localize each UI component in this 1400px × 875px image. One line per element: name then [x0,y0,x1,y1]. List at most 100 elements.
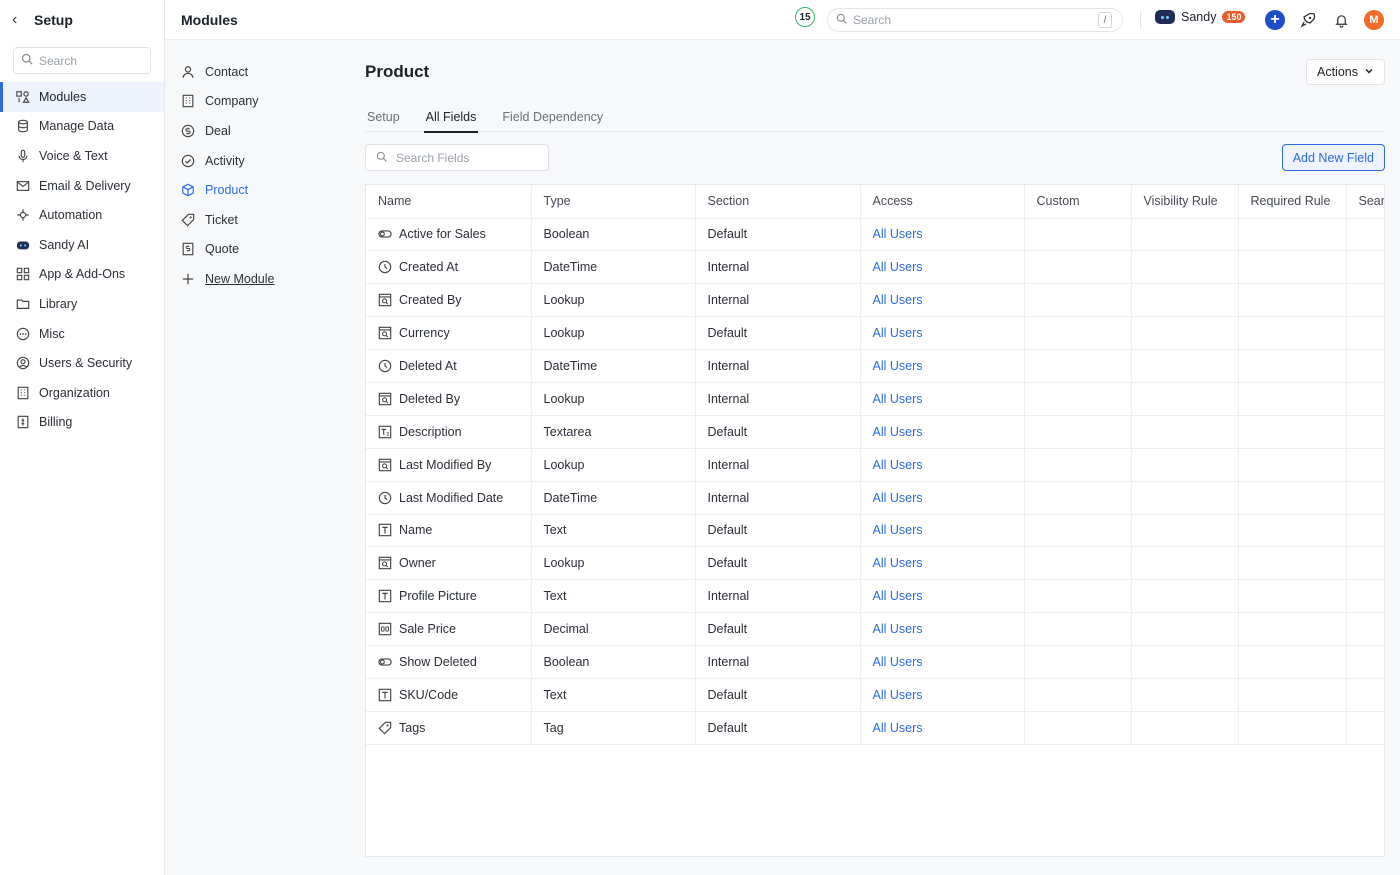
field-name-cell[interactable]: Created At [366,250,532,285]
field-name-cell[interactable]: Sale Price [366,612,532,647]
module-item-label: Ticket [205,212,238,227]
module-item-label: New Module [205,271,275,286]
notification-count-badge[interactable]: 15 [795,7,815,27]
tab-field-dependency[interactable]: Field Dependency [500,102,605,132]
table-row[interactable]: Last Modified Date DateTime Internal All Us… [366,481,1384,515]
sidebar-item-users-security[interactable]: Users & Security [0,348,164,378]
module-item-quote[interactable]: Quote [165,235,345,265]
sidebar-item-automation[interactable]: Automation [0,200,164,230]
bell-icon[interactable] [1331,10,1351,30]
column-header-visibility-rule[interactable]: Visibility Rule [1131,185,1239,219]
table-row[interactable]: Deleted At DateTime Internal All Users [366,349,1384,383]
field-access[interactable]: All Users [860,250,1025,285]
sidebar-item-manage-data[interactable]: Manage Data [0,112,164,142]
field-access[interactable]: All Users [860,678,1025,712]
table-row[interactable]: Name Text Default All Users [366,514,1384,548]
tab-setup[interactable]: Setup [365,102,402,132]
table-row[interactable]: Created At DateTime Internal All Users [366,250,1384,285]
field-name-cell[interactable]: Owner [366,546,532,581]
column-header-custom[interactable]: Custom [1024,185,1132,219]
field-name-cell[interactable]: Last Modified Date [366,481,532,515]
add-new-field-button[interactable]: Add New Field [1281,144,1385,171]
field-name-cell[interactable]: Last Modified By [366,448,532,482]
column-header-section[interactable]: Section [695,185,861,219]
field-access[interactable]: All Users [860,448,1025,482]
field-type: Lookup [531,546,696,581]
lookup-icon [378,326,392,340]
field-access[interactable]: All Users [860,218,1025,252]
field-name-cell[interactable]: Profile Picture [366,579,532,614]
module-item-company[interactable]: Company [165,87,345,117]
field-access[interactable]: All Users [860,481,1025,515]
table-row[interactable]: Show Deleted Boolean Internal All Users [366,645,1384,679]
field-name-cell[interactable]: Deleted At [366,349,532,383]
sidebar-item-library[interactable]: Library [0,289,164,319]
tab-all-fields[interactable]: All Fields [423,102,479,133]
sidebar-item-sandy-ai[interactable]: Sandy AI [0,230,164,260]
create-plus-button[interactable]: + [1265,10,1285,30]
column-header-access[interactable]: Access [860,185,1025,219]
column-header-name[interactable]: Name [366,185,532,219]
field-access[interactable]: All Users [860,711,1025,745]
field-access[interactable]: All Users [860,316,1025,351]
global-search-input[interactable]: Search / [827,8,1123,32]
sidebar-item-app-add-ons[interactable]: App & Add-Ons [0,260,164,290]
field-access[interactable]: All Users [860,349,1025,383]
field-access[interactable]: All Users [860,546,1025,581]
table-row[interactable]: Description Textarea Default All Users [366,415,1384,449]
table-row[interactable]: Created By Lookup Internal All Users [366,283,1384,318]
field-name-cell[interactable]: Created By [366,283,532,318]
field-access[interactable]: All Users [860,579,1025,614]
search-fields-input[interactable]: Search Fields [365,144,549,171]
sidebar-item-modules[interactable]: Modules [0,82,164,112]
field-access[interactable]: All Users [860,382,1025,416]
field-visibility-rule [1131,382,1239,416]
dollar-icon [181,124,195,138]
table-row[interactable]: Active for Sales Boolean Default All Users [366,218,1384,252]
table-row[interactable]: Profile Picture Text Internal All Users [366,579,1384,614]
field-access[interactable]: All Users [860,612,1025,647]
sidebar-item-misc[interactable]: Misc [0,319,164,349]
column-header-required-rule[interactable]: Required Rule [1238,185,1347,219]
field-name-cell[interactable]: Active for Sales [366,218,532,252]
module-item-activity[interactable]: Activity [165,146,345,176]
table-row[interactable]: Currency Lookup Default All Users [366,316,1384,351]
sidebar-item-label: Voice & Text [39,148,108,163]
module-item-new-module[interactable]: New Module [165,264,345,294]
sidebar-item-billing[interactable]: Billing [0,408,164,438]
table-row[interactable]: Tags Tag Default All Users [366,711,1384,745]
actions-dropdown-button[interactable]: Actions [1306,59,1385,85]
field-name-cell[interactable]: Description [366,415,532,449]
field-name-cell[interactable]: Deleted By [366,382,532,416]
sidebar-item-voice-text[interactable]: Voice & Text [0,141,164,171]
field-name-cell[interactable]: Show Deleted [366,645,532,679]
sidebar-item-organization[interactable]: Organization [0,378,164,408]
sidebar-item-email-delivery[interactable]: Email & Delivery [0,171,164,201]
module-item-product[interactable]: Product [165,175,345,205]
field-access[interactable]: All Users [860,645,1025,679]
field-name-cell[interactable]: Name [366,514,532,548]
module-item-deal[interactable]: Deal [165,116,345,146]
sandy-ai-chip[interactable]: Sandy 150 [1155,10,1246,24]
field-name-cell[interactable]: Tags [366,711,532,745]
sidebar-item-label: Billing [39,415,73,430]
sidebar-header: ‹ Setup [0,0,164,40]
user-avatar[interactable]: M [1364,10,1384,30]
table-row[interactable]: SKU/Code Text Default All Users [366,678,1384,712]
field-access[interactable]: All Users [860,415,1025,449]
table-row[interactable]: Owner Lookup Default All Users [366,546,1384,581]
field-access[interactable]: All Users [860,283,1025,318]
module-item-contact[interactable]: Contact [165,57,345,87]
table-row[interactable]: Sale Price Decimal Default All Users [366,612,1384,647]
column-header-searc[interactable]: Searc [1346,185,1384,219]
field-name-cell[interactable]: SKU/Code [366,678,532,712]
field-access[interactable]: All Users [860,514,1025,548]
rocket-icon[interactable] [1298,10,1318,30]
back-arrow-icon[interactable]: ‹ [12,11,24,29]
column-header-type[interactable]: Type [531,185,696,219]
field-name-cell[interactable]: Currency [366,316,532,351]
table-row[interactable]: Last Modified By Lookup Internal All Users [366,448,1384,482]
sidebar-search-input[interactable]: Search [13,47,151,74]
module-item-ticket[interactable]: Ticket [165,205,345,235]
table-row[interactable]: Deleted By Lookup Internal All Users [366,382,1384,416]
